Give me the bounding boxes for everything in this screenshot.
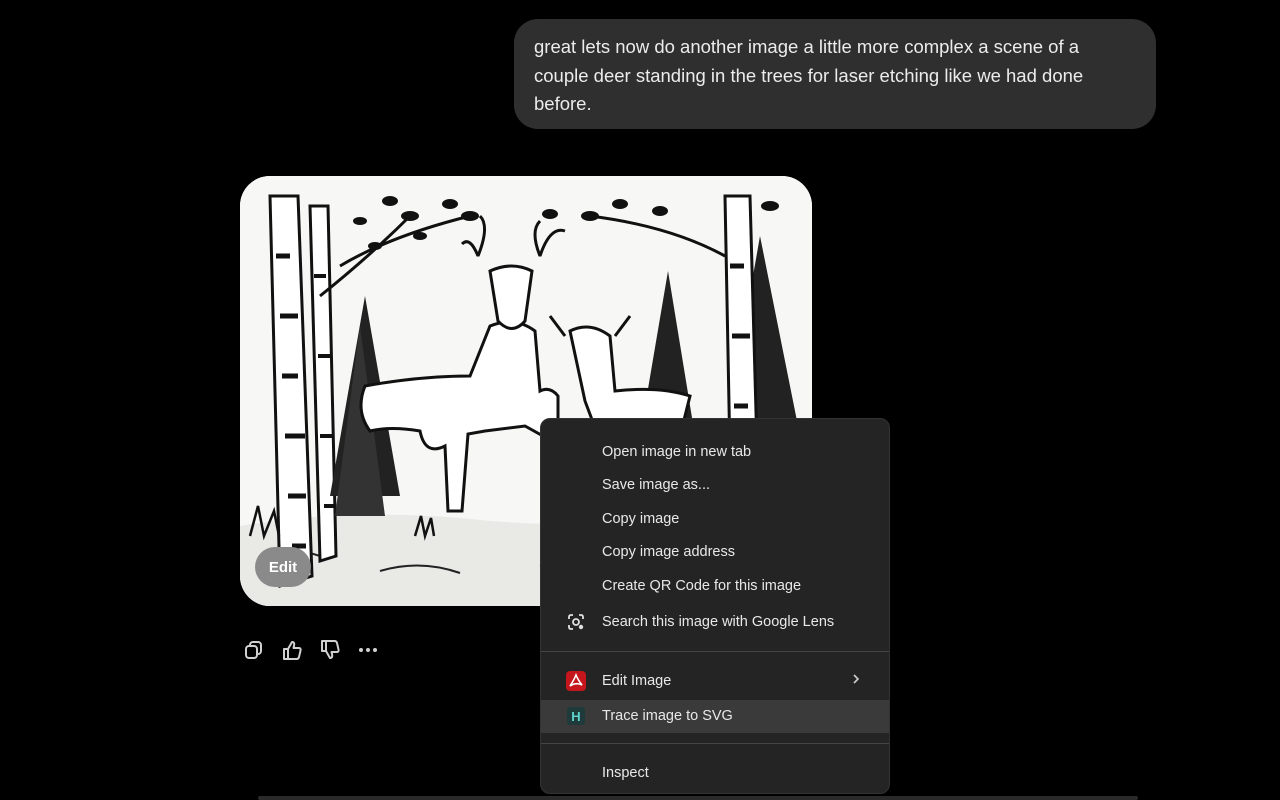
- message-actions: [240, 636, 382, 664]
- thumbs-down-icon[interactable]: [316, 636, 344, 664]
- menu-item-label: Save image as...: [602, 477, 710, 494]
- copy-icon[interactable]: [240, 636, 268, 664]
- menu-item-google-lens[interactable]: Search this image with Google Lens: [541, 603, 889, 641]
- menu-item-open-image-new-tab[interactable]: Open image in new tab: [541, 435, 889, 469]
- acrobat-icon: [566, 670, 586, 691]
- composer-edge: [258, 796, 1138, 800]
- user-message-text: great lets now do another image a little…: [534, 36, 1084, 114]
- menu-item-label: Copy image address: [602, 544, 735, 561]
- user-message-bubble: great lets now do another image a little…: [514, 19, 1156, 129]
- menu-item-label: Open image in new tab: [602, 443, 752, 460]
- menu-item-copy-image-address[interactable]: Copy image address: [541, 536, 889, 570]
- image-edit-button[interactable]: Edit: [255, 547, 311, 587]
- more-options-icon[interactable]: [354, 636, 382, 664]
- menu-item-create-qr-code[interactable]: Create QR Code for this image: [541, 569, 889, 603]
- menu-item-save-image-as[interactable]: Save image as...: [541, 469, 889, 503]
- menu-item-label: Trace image to SVG: [602, 708, 733, 725]
- menu-item-label: Copy image: [602, 510, 680, 527]
- chat-page: great lets now do another image a little…: [0, 0, 1280, 800]
- menu-separator: [541, 650, 889, 652]
- menu-item-inspect[interactable]: Inspect: [541, 754, 889, 792]
- menu-separator: [541, 743, 889, 744]
- svg-text:H: H: [571, 709, 580, 724]
- menu-item-label: Search this image with Google Lens: [602, 613, 835, 630]
- google-lens-icon: [566, 612, 586, 632]
- menu-item-label: Inspect: [602, 765, 649, 781]
- thumbs-up-icon[interactable]: [278, 636, 306, 664]
- menu-item-copy-image[interactable]: Copy image: [541, 502, 889, 536]
- chevron-right-icon: [851, 673, 861, 689]
- menu-item-edit-image[interactable]: Edit Image: [541, 662, 889, 700]
- context-menu: Open image in new tab Save image as... C…: [540, 418, 890, 794]
- menu-item-label: Create QR Code for this image: [602, 577, 802, 594]
- menu-item-trace-image-to-svg[interactable]: H Trace image to SVG: [541, 699, 889, 733]
- h-extension-icon: H: [566, 706, 586, 726]
- menu-item-label: Edit Image: [602, 672, 672, 689]
